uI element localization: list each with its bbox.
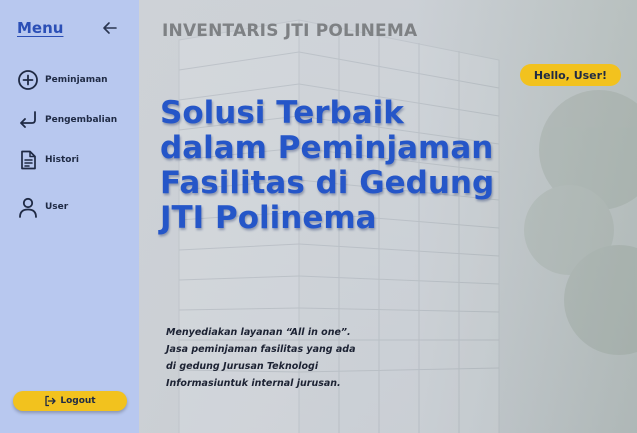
document-icon <box>21 150 36 170</box>
headline-line: Solusi Terbaik <box>160 95 404 131</box>
description-line: Informasiuntuk internal jurusan. <box>166 378 341 389</box>
sidebar-item-histori[interactable]: Histori <box>17 148 132 172</box>
sidebar-item-label: Peminjaman <box>45 75 108 85</box>
headline-line: Fasilitas di Gedung <box>160 165 495 201</box>
plus-circle-icon <box>18 70 38 90</box>
logout-button[interactable]: Logout <box>13 391 127 411</box>
sidebar-item-label: Histori <box>45 155 79 165</box>
sidebar-item-label: User <box>45 202 69 212</box>
sidebar-item-label: Pengembalian <box>45 115 118 125</box>
arrow-left-icon <box>103 22 117 34</box>
logout-label: Logout <box>60 396 96 406</box>
hero-section: INVENTARIS JTI POLINEMA Hello, User! Sol… <box>139 0 637 433</box>
sidebar-item-peminjaman[interactable]: Peminjaman <box>17 68 132 92</box>
headline-line: dalam Peminjaman <box>160 130 494 166</box>
return-arrow-icon <box>20 111 36 128</box>
sidebar-item-pengembalian[interactable]: Pengembalian <box>17 108 132 132</box>
logout-icon <box>45 395 57 407</box>
collapse-sidebar-button[interactable] <box>101 19 119 37</box>
headline-line: JTI Polinema <box>160 200 377 236</box>
hero-headline: Solusi Terbaik dalam Peminjaman Fasilita… <box>160 96 630 236</box>
description-line: di gedung Jurusan Teknologi <box>166 361 319 372</box>
menu-title: Menu <box>17 19 64 37</box>
hero-description: Menyediakan layanan “All in one”. Jasa p… <box>166 324 386 392</box>
sidebar-item-user[interactable]: User <box>17 195 132 219</box>
user-icon <box>19 197 37 218</box>
description-line: Jasa peminjaman fasilitas yang ada <box>166 344 356 355</box>
user-greeting-badge[interactable]: Hello, User! <box>520 64 621 86</box>
app-brand-title: INVENTARIS JTI POLINEMA <box>162 21 418 41</box>
description-line: Menyediakan layanan “All in one”. <box>166 327 351 338</box>
sidebar: Menu Peminjaman Pengembalian Histori Use… <box>0 0 139 433</box>
